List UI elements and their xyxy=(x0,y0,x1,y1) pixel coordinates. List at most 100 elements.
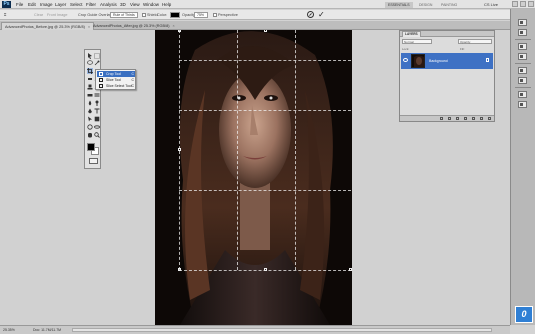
layer-style-icon[interactable] xyxy=(448,117,451,120)
blur-tool-icon[interactable] xyxy=(87,100,93,106)
crop-tool-icon[interactable]: ⌗ xyxy=(4,13,6,17)
paths-panel-icon[interactable] xyxy=(518,77,527,84)
actions-panel-icon[interactable] xyxy=(518,101,527,108)
layer-opacity-field[interactable]: Opacity: xyxy=(458,39,492,44)
type-tool-icon[interactable] xyxy=(94,108,100,114)
workspace-design[interactable]: DESIGN xyxy=(416,2,435,8)
menu-file[interactable]: File xyxy=(16,2,23,7)
menu-image[interactable]: Image xyxy=(40,2,53,7)
tab-after[interactable]: AdvancedPhotos_After.jpg @ 25.3% (RGB/8)… xyxy=(90,22,178,30)
menu-analysis[interactable]: Analysis xyxy=(100,2,117,7)
menu-help[interactable]: Help xyxy=(162,2,171,7)
new-group-icon[interactable] xyxy=(472,117,475,120)
masks-panel-icon[interactable] xyxy=(518,53,527,60)
layers-tab[interactable]: LAYERS xyxy=(402,31,421,37)
zoom-level[interactable]: 25.35% xyxy=(3,328,15,332)
swatches-panel-icon[interactable] xyxy=(518,29,527,36)
eraser-tool-icon[interactable] xyxy=(87,92,93,98)
slice-icon xyxy=(99,78,103,82)
flyout-item-slice-select[interactable]: Slice Select Tool C xyxy=(97,83,135,89)
opacity-field[interactable]: 75% xyxy=(194,12,208,18)
color-panel-icon[interactable] xyxy=(518,19,527,26)
crop-tool-icon[interactable] xyxy=(87,68,93,74)
tab-before-label: AdvancedPhotos_Before.jpg @ 25.3% (RGB/8… xyxy=(5,25,85,29)
crop-handle-tl[interactable] xyxy=(178,30,181,32)
document-image[interactable] xyxy=(155,30,352,325)
foreground-color-swatch[interactable] xyxy=(87,143,95,151)
menu-view[interactable]: View xyxy=(130,2,140,7)
workspace-essentials[interactable]: ESSENTIALS xyxy=(385,2,413,8)
perspective-checkbox[interactable] xyxy=(213,13,217,17)
adjustment-layer-icon[interactable] xyxy=(464,117,467,120)
shield-checkbox[interactable] xyxy=(142,13,146,17)
pen-tool-icon[interactable] xyxy=(87,108,93,114)
healing-brush-tool-icon[interactable] xyxy=(87,76,93,82)
lasso-tool-icon[interactable] xyxy=(87,60,93,66)
delete-layer-icon[interactable] xyxy=(488,117,491,120)
crop-handle-br[interactable] xyxy=(349,268,352,271)
fill-label: Fill: xyxy=(460,47,465,51)
path-selection-tool-icon[interactable] xyxy=(87,116,93,122)
document-size[interactable]: Doc: 11.7M/11.7M xyxy=(33,328,61,332)
commit-crop-icon[interactable]: ✓ xyxy=(318,10,325,19)
3d-rotate-tool-icon[interactable] xyxy=(87,124,93,130)
horizontal-scrollbar[interactable] xyxy=(72,328,492,332)
marquee-tool-icon[interactable] xyxy=(94,53,100,59)
quick-selection-tool-icon[interactable] xyxy=(94,60,100,66)
shield-color-swatch[interactable] xyxy=(170,12,180,18)
cs-live-button[interactable]: CS Live xyxy=(484,2,498,7)
menu-bar: Ps File Edit Image Layer Select Filter A… xyxy=(0,0,535,9)
cancel-crop-icon[interactable] xyxy=(307,11,314,18)
menu-layer[interactable]: Layer xyxy=(55,2,66,7)
3d-orbit-tool-icon[interactable] xyxy=(94,124,100,130)
front-image-button[interactable]: Front Image xyxy=(47,13,67,17)
status-bar: 25.35% Doc: 11.7M/11.7M xyxy=(0,325,510,334)
thirds-guide-h1 xyxy=(179,110,351,111)
dodge-tool-icon[interactable] xyxy=(94,100,100,106)
history-panel-icon[interactable] xyxy=(518,91,527,98)
crop-guide-label: Crop Guide Overlay: xyxy=(78,13,113,17)
perspective-label: Perspective xyxy=(218,13,238,17)
eye-icon[interactable] xyxy=(403,58,408,62)
menu-window[interactable]: Window xyxy=(143,2,159,7)
new-layer-icon[interactable] xyxy=(480,117,483,120)
menu-edit[interactable]: Edit xyxy=(28,2,36,7)
close-tab-icon[interactable]: × xyxy=(172,24,174,28)
gradient-tool-icon[interactable] xyxy=(94,92,100,98)
quick-mask-button[interactable] xyxy=(89,158,98,164)
lock-label: Lock: xyxy=(402,47,410,51)
portrait-photo xyxy=(155,30,352,325)
clear-button[interactable]: Clear xyxy=(34,13,43,17)
add-mask-icon[interactable] xyxy=(456,117,459,120)
channels-panel-icon[interactable] xyxy=(518,67,527,74)
menu-select[interactable]: Select xyxy=(70,2,83,7)
crop-guide-select[interactable]: Rule of Thirds xyxy=(110,12,138,18)
menu-3d[interactable]: 3D xyxy=(120,2,126,7)
slice-select-icon xyxy=(99,84,103,88)
link-layers-icon[interactable] xyxy=(440,117,443,120)
hand-tool-icon[interactable] xyxy=(87,132,93,138)
minimize-button[interactable] xyxy=(512,1,518,7)
shape-tool-icon[interactable] xyxy=(94,116,100,122)
close-button[interactable] xyxy=(528,1,534,7)
adjustments-panel-icon[interactable] xyxy=(518,43,527,50)
clone-stamp-tool-icon[interactable] xyxy=(87,84,93,90)
lock-icon xyxy=(486,58,489,62)
crop-handle-bc[interactable] xyxy=(264,268,267,271)
tab-before[interactable]: AdvancedPhotos_Before.jpg @ 25.3% (RGB/8… xyxy=(1,22,95,30)
menu-filter[interactable]: Filter xyxy=(86,2,96,7)
crop-handle-tc[interactable] xyxy=(264,30,267,32)
maximize-button[interactable] xyxy=(520,1,526,7)
crop-handle-ml[interactable] xyxy=(178,148,181,151)
panel-dock xyxy=(510,9,535,325)
layer-row-background[interactable]: Background xyxy=(401,53,493,69)
workspace-painting[interactable]: PAINTING xyxy=(438,2,460,8)
zoom-tool-icon[interactable] xyxy=(94,132,100,138)
move-tool-icon[interactable] xyxy=(87,53,93,59)
blend-mode-select[interactable]: Normal xyxy=(402,39,432,44)
crop-handle-bl[interactable] xyxy=(178,268,181,271)
photoshop-logo: Ps xyxy=(2,1,11,8)
thirds-guide-v2 xyxy=(295,30,296,270)
thirds-guide-h2 xyxy=(179,190,351,191)
crop-box-top xyxy=(179,60,351,61)
